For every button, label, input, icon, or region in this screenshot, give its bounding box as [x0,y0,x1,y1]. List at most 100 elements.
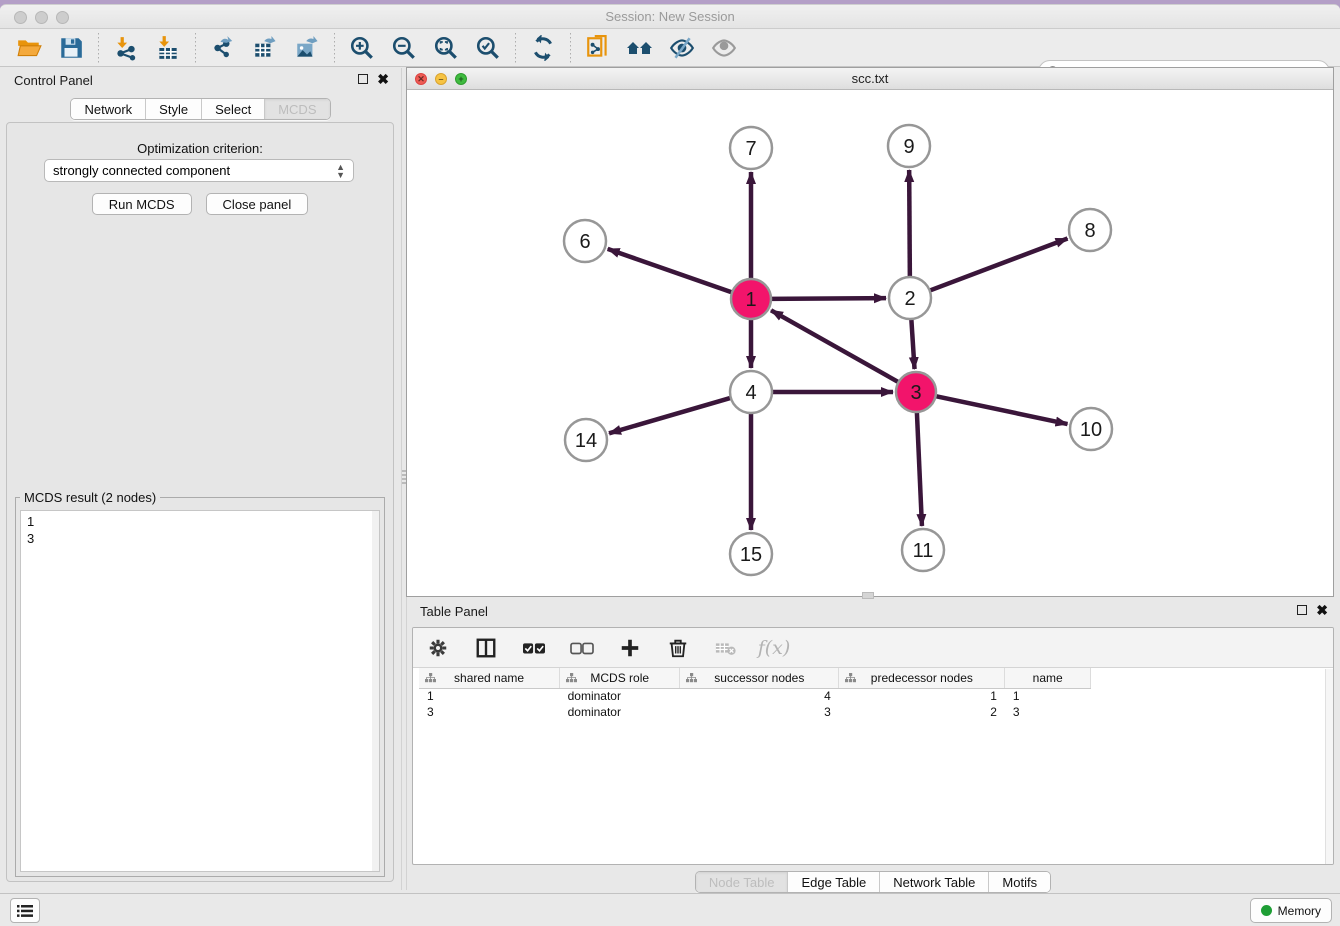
column-header-shared-name[interactable]: shared name [419,668,560,688]
edge-4-14[interactable] [609,398,732,434]
run-mcds-button[interactable]: Run MCDS [92,193,192,215]
import-table-icon[interactable] [153,33,183,63]
edge-3-1[interactable] [771,310,899,382]
table-cell[interactable]: 4 [680,688,839,704]
node-label-6: 6 [579,231,590,253]
export-network-icon[interactable] [208,33,238,63]
tab-network[interactable]: Network [71,99,146,119]
list-icon [17,904,33,918]
result-scrollbar[interactable] [372,511,379,871]
edge-1-6[interactable] [608,249,733,293]
network-window-resize-grip[interactable] [862,592,874,599]
table-cell[interactable]: 3 [1005,704,1091,720]
zoom-fit-icon[interactable] [431,33,461,63]
table-cell[interactable]: 3 [419,704,560,720]
node-table[interactable]: shared nameMCDS rolesuccessor nodesprede… [419,668,1091,720]
edge-3-10[interactable] [935,396,1068,424]
control-panel: Control Panel ✖ NetworkStyleSelectMCDS O… [0,68,401,890]
zoom-in-icon[interactable] [347,33,377,63]
column-header-name[interactable]: name [1005,668,1091,688]
status-bar: Memory [0,893,1340,926]
add-column-icon[interactable] [617,635,643,661]
edge-2-9[interactable] [909,170,910,278]
table-cell[interactable]: dominator [560,688,680,704]
save-session-icon[interactable] [56,33,86,63]
delete-table-icon [713,635,739,661]
tab-style[interactable]: Style [146,99,202,119]
table-panel-tabs: Node TableEdge TableNetwork TableMotifs [695,871,1051,893]
table-panel-title: Table Panel [420,604,488,619]
table-cell[interactable]: 1 [839,688,1005,704]
tab-node-table[interactable]: Node Table [696,872,789,892]
column-header-successor-nodes[interactable]: successor nodes [680,668,839,688]
gear-icon[interactable] [425,635,451,661]
network-graph[interactable]: 1234678910111415 [407,90,1333,596]
result-line: 1 [27,513,373,530]
table-row[interactable]: 1dominator411 [419,688,1091,704]
select-all-columns-icon[interactable] [521,635,547,661]
node-label-14: 14 [575,430,597,452]
table-row[interactable]: 3dominator323 [419,704,1091,720]
mcds-result-textarea[interactable]: 13 [20,510,380,872]
import-network-icon[interactable] [111,33,141,63]
dropdown-value: strongly connected component [53,163,336,178]
table-cell[interactable]: dominator [560,704,680,720]
float-panel-icon[interactable] [1297,605,1307,615]
tab-motifs[interactable]: Motifs [989,872,1050,892]
function-builder-icon: f(x) [761,635,787,661]
export-table-icon[interactable] [250,33,280,63]
node-label-11: 11 [913,540,934,562]
table-header-row: shared nameMCDS rolesuccessor nodesprede… [419,668,1091,688]
table-cell[interactable]: 2 [839,704,1005,720]
network-view-window: ✕ – + scc.txt 1234678910111415 [406,67,1334,597]
table-cell[interactable]: 3 [680,704,839,720]
float-panel-icon[interactable] [358,74,368,84]
show-all-icon[interactable] [709,33,739,63]
table-cell[interactable]: 1 [1005,688,1091,704]
columns-icon[interactable] [473,635,499,661]
memory-status-dot [1261,905,1272,916]
chevron-updown-icon: ▲▼ [336,163,345,179]
tab-edge-table[interactable]: Edge Table [788,872,880,892]
close-panel-button[interactable]: Close panel [206,193,309,215]
task-history-button[interactable] [10,898,40,923]
table-toolbar: f(x) [413,628,1333,668]
table-scrollbar[interactable] [1325,669,1333,864]
node-label-10: 10 [1080,419,1102,441]
optimization-criterion-dropdown[interactable]: strongly connected component ▲▼ [44,159,354,182]
zoom-out-icon[interactable] [389,33,419,63]
result-line: 3 [27,530,373,547]
network-canvas[interactable]: 1234678910111415 [407,90,1333,596]
tab-network-table[interactable]: Network Table [880,872,989,892]
node-label-7: 7 [745,138,756,160]
duplicate-network-icon[interactable] [583,33,613,63]
open-session-icon[interactable] [14,33,44,63]
application-window: Session: New Session [0,4,1340,926]
delete-column-icon[interactable] [665,635,691,661]
close-panel-icon[interactable]: ✖ [1316,605,1328,615]
toolbar-separator [98,33,99,63]
tab-mcds[interactable]: MCDS [265,99,329,119]
close-panel-icon[interactable]: ✖ [377,74,389,84]
edge-2-3[interactable] [911,318,914,369]
column-header-MCDS-role[interactable]: MCDS role [560,668,680,688]
edge-3-11[interactable] [917,411,922,526]
refresh-layout-icon[interactable] [528,33,558,63]
column-header-predecessor-nodes[interactable]: predecessor nodes [839,668,1005,688]
hide-selected-icon[interactable] [667,33,697,63]
zoom-selected-icon[interactable] [473,33,503,63]
first-neighbors-icon[interactable] [625,33,655,63]
deselect-all-columns-icon[interactable] [569,635,595,661]
control-panel-header: Control Panel ✖ [0,68,401,94]
memory-button[interactable]: Memory [1250,898,1332,923]
edge-1-2[interactable] [770,298,886,299]
node-label-9: 9 [903,136,914,158]
node-label-15: 15 [740,544,762,566]
export-image-icon[interactable] [292,33,322,63]
table-cell[interactable]: 1 [419,688,560,704]
network-window-titlebar: ✕ – + scc.txt [407,68,1333,90]
tab-select[interactable]: Select [202,99,265,119]
control-panel-tabs: NetworkStyleSelectMCDS [70,98,330,120]
title-bar: Session: New Session [0,5,1340,29]
edge-2-8[interactable] [929,238,1068,290]
